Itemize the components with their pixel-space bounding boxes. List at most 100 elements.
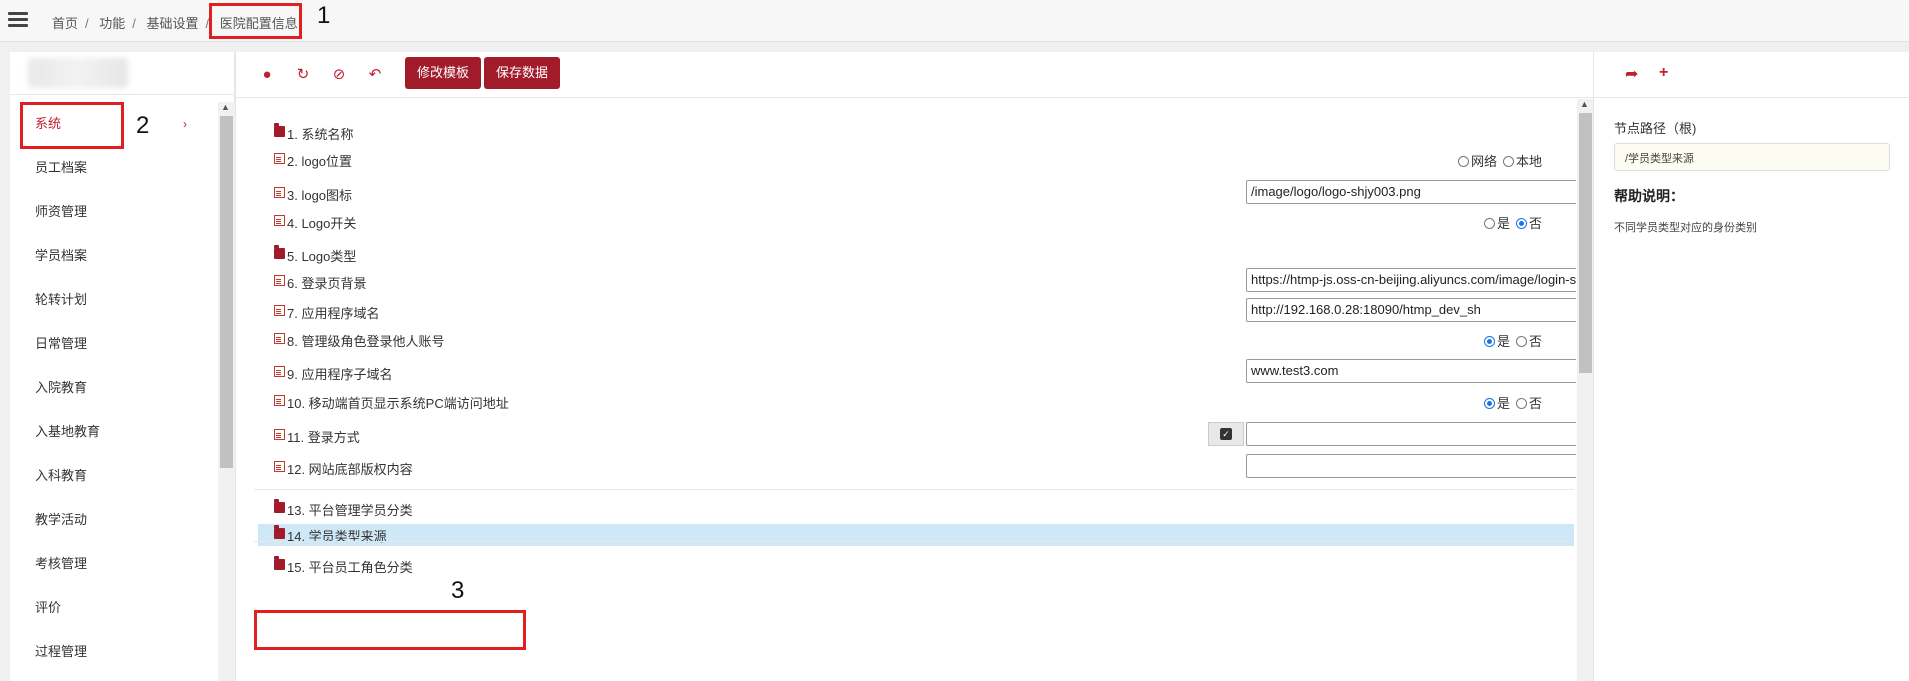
logo (28, 58, 128, 88)
radio-group: 是否 (1478, 393, 1542, 412)
breadcrumb-home[interactable]: 首页 (52, 16, 78, 31)
radio-label: 否 (1528, 334, 1542, 349)
tree-node-label: 4. Logo开关 (287, 216, 357, 231)
help-title: 帮助说明： (1614, 188, 1684, 204)
annotation-box-2 (20, 102, 124, 149)
breadcrumb-basic-settings[interactable]: 基础设置 (147, 16, 199, 31)
radio-group: 网络 本地 (1452, 151, 1542, 170)
radio-button[interactable] (1515, 398, 1527, 409)
tree-node[interactable]: 5. Logo类型 (274, 240, 1574, 270)
menu-toggle-icon[interactable] (8, 12, 28, 28)
sidebar-item-label: 轮转计划 (35, 292, 88, 307)
sidebar-item[interactable]: 员工档案 (10, 146, 215, 190)
tree-node-label: 9. 应用程序子域名 (287, 367, 393, 382)
sidebar-item[interactable]: 轮转计划 (10, 278, 215, 322)
tree-node-label: 12. 网站底部版权内容 (287, 462, 413, 477)
tree-node-label: 2. logo位置 (287, 154, 353, 169)
tree-node[interactable]: 8. 管理级角色登录他人账号 (274, 325, 1574, 355)
radio-button[interactable] (1515, 336, 1527, 347)
file-icon (274, 305, 285, 316)
checkbox-cell[interactable]: ✓ (1208, 422, 1244, 446)
sidebar-item-label: 学员档案 (35, 248, 88, 263)
radio-button[interactable] (1457, 156, 1469, 167)
tree-node-label: 8. 管理级角色登录他人账号 (287, 334, 445, 349)
sidebar-item-label: 师资管理 (35, 204, 88, 219)
sidebar-item-label: 员工档案 (35, 160, 88, 175)
radio-label: 是 (1496, 334, 1510, 349)
sidebar-item-label: 评价 (35, 600, 62, 615)
sidebar-item-label: 考核管理 (35, 556, 88, 571)
node-path-field[interactable]: /学员类型来源 (1614, 143, 1890, 171)
radio-label: 是 (1496, 396, 1510, 411)
tree-node-label: 3. logo图标 (287, 188, 353, 203)
tree-node-label: 14. 学员类型来源 (287, 529, 387, 544)
save-data-button[interactable]: 保存数据 (484, 57, 561, 89)
main-scrollbar[interactable]: ▲ (1577, 99, 1594, 681)
folder-icon (274, 499, 285, 513)
sidebar-menu: 系统 › 员工档案 师资管理 学员档案 轮转计划 日常管理 入院教育 入基地教育 入科教育 教学活动… (10, 102, 215, 674)
annotation-label-3: 3 (451, 577, 465, 604)
tree-node-label: 1. 系统名称 (287, 127, 354, 142)
radio-group: 是否 (1478, 213, 1542, 232)
file-icon (274, 461, 285, 472)
node-path-label: 节点路径（根) (1614, 121, 1697, 136)
config-value-input[interactable]: http://192.168.0.28:18090/htmp_dev_sh (1246, 298, 1576, 322)
tree-node-label: 6. 登录页背景 (287, 276, 367, 291)
check-icon: ✓ (1220, 428, 1232, 440)
radio-label: 否 (1528, 396, 1542, 411)
sidebar-item[interactable]: 评价 (10, 586, 215, 630)
modify-template-button[interactable]: 修改模板 (405, 57, 482, 89)
config-tree: 1. 系统名称 2. logo位置 网络 本地 3. logo图标/image/logo… (236, 99, 1576, 681)
radio-label: 网络 (1470, 154, 1497, 169)
tree-node-label: 11. 登录方式 (287, 430, 360, 445)
chevron-right-icon: › (183, 117, 187, 131)
config-value-input[interactable]: /image/logo/logo-shjy003.png (1246, 180, 1576, 204)
radio-button[interactable] (1483, 218, 1495, 229)
config-value-input[interactable] (1246, 454, 1576, 478)
file-icon (274, 429, 285, 440)
tree-node[interactable]: 10. 移动端首页显示系统PC端访问地址 (274, 387, 1574, 417)
undo-icon[interactable]: ↶ (364, 64, 386, 86)
tree-node[interactable]: 1. 系统名称 (274, 118, 1574, 148)
lightbulb-icon[interactable]: ● (256, 64, 278, 86)
breadcrumb-function[interactable]: 功能 (99, 16, 125, 31)
right-panel: ➦ + 节点路径（根) /学员类型来源 帮助说明： 不同学员类型对应的身份类别 (1593, 52, 1909, 681)
eye-slash-icon[interactable]: ⊘ (328, 64, 350, 86)
refresh-icon[interactable]: ↻ (292, 64, 314, 86)
radio-button[interactable] (1483, 336, 1495, 347)
config-value-input[interactable]: https://htmp-js.oss-cn-beijing.aliyuncs.… (1246, 268, 1576, 292)
sidebar-item[interactable]: 入院教育 (10, 366, 215, 410)
sidebar-item-label: 教学活动 (35, 512, 88, 527)
sidebar-scrollbar[interactable]: ▲ (218, 102, 235, 681)
radio-button[interactable] (1515, 218, 1527, 229)
redo-icon[interactable]: ➦ (1625, 64, 1638, 84)
sidebar-item[interactable]: 入科教育 (10, 454, 215, 498)
tree-node[interactable]: 14. 学员类型来源 (274, 520, 1574, 550)
sidebar-item[interactable]: 日常管理 (10, 322, 215, 366)
sidebar-item[interactable]: 教学活动 (10, 498, 215, 542)
tree-node[interactable]: 15. 平台员工角色分类 (274, 551, 1574, 581)
config-value-input[interactable] (1246, 422, 1576, 446)
annotation-label-1: 1 (317, 2, 331, 29)
main-panel: ● ↻ ⊘ ↶ 修改模板 保存数据 1. 系统名称 2. logo位置 网络 本地 3.… (235, 52, 1594, 681)
folder-icon (274, 123, 285, 137)
config-value-input[interactable]: www.test3.com (1246, 359, 1576, 383)
radio-label: 否 (1528, 216, 1542, 231)
radio-group: 是否 (1478, 331, 1542, 350)
folder-icon (274, 245, 285, 259)
radio-button[interactable] (1502, 156, 1514, 167)
sidebar-item[interactable]: 考核管理 (10, 542, 215, 586)
radio-button[interactable] (1483, 398, 1495, 409)
sidebar-item-label: 过程管理 (35, 644, 88, 659)
sidebar-item[interactable]: 过程管理 (10, 630, 215, 674)
tree-node[interactable]: 2. logo位置 (274, 145, 1574, 175)
plus-icon[interactable]: + (1659, 64, 1668, 82)
sidebar-item[interactable]: 师资管理 (10, 190, 215, 234)
tree-node-label: 5. Logo类型 (287, 249, 357, 264)
file-icon (274, 187, 285, 198)
sidebar-item[interactable]: 入基地教育 (10, 410, 215, 454)
sidebar-item[interactable]: 学员档案 (10, 234, 215, 278)
toolbar: ● ↻ ⊘ ↶ 修改模板 保存数据 (236, 52, 1594, 98)
file-icon (274, 366, 285, 377)
tree-node[interactable]: 4. Logo开关 (274, 207, 1574, 237)
